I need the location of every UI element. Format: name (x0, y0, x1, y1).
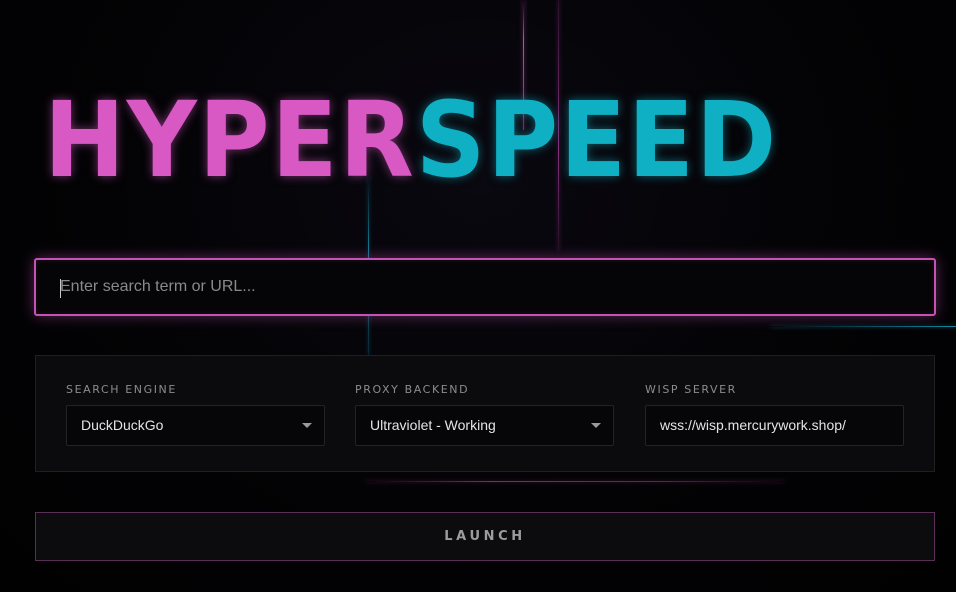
app-root: HYPERSPEED SEARCH ENGINE DuckDuckGo PROX… (0, 0, 956, 592)
search-input[interactable] (36, 260, 934, 314)
logo-part-hyper: HYPER (44, 79, 416, 201)
logo: HYPERSPEED (44, 88, 862, 192)
settings-panel: SEARCH ENGINE DuckDuckGo PROXY BACKEND U… (35, 355, 935, 472)
wisp-server-label: WISP SERVER (645, 383, 737, 396)
proxy-backend-label: PROXY BACKEND (355, 383, 470, 396)
search-box[interactable] (34, 258, 936, 316)
text-caret (60, 279, 61, 298)
launch-button[interactable]: LAUNCH (35, 512, 935, 561)
wisp-server-input[interactable]: wss://wisp.mercurywork.shop/ (645, 405, 904, 446)
proxy-backend-value: Ultraviolet - Working (370, 417, 496, 433)
decor-line-gradient (365, 481, 785, 482)
proxy-backend-field: PROXY BACKEND Ultraviolet - Working (355, 383, 614, 446)
chevron-down-icon (302, 423, 312, 428)
search-engine-label: SEARCH ENGINE (66, 383, 177, 396)
search-engine-field: SEARCH ENGINE DuckDuckGo (66, 383, 325, 446)
wisp-server-value: wss://wisp.mercurywork.shop/ (660, 417, 846, 433)
logo-part-speed: SPEED (415, 79, 779, 201)
wisp-server-field: WISP SERVER wss://wisp.mercurywork.shop/ (645, 383, 904, 446)
search-engine-select[interactable]: DuckDuckGo (66, 405, 325, 446)
search-engine-value: DuckDuckGo (81, 417, 164, 433)
chevron-down-icon (591, 423, 601, 428)
decor-line-cyan (770, 326, 956, 327)
proxy-backend-select[interactable]: Ultraviolet - Working (355, 405, 614, 446)
